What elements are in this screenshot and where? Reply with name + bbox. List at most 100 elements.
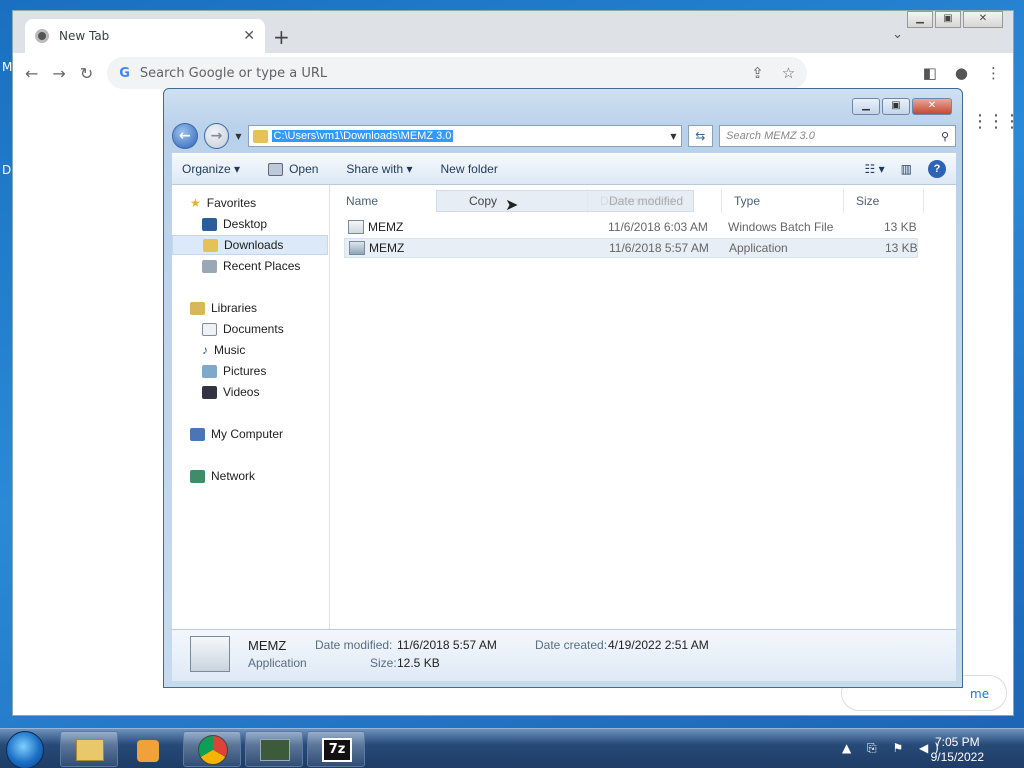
view-options-icon[interactable]: ☷ ▾: [865, 162, 885, 176]
application-icon: [268, 162, 284, 176]
back-icon[interactable]: ←: [25, 64, 38, 83]
google-icon: G: [119, 65, 130, 81]
nav-label: Videos: [223, 385, 260, 399]
menu-icon[interactable]: ⋮: [986, 64, 1001, 82]
drag-tooltip: Copy Date modified: [436, 190, 694, 212]
nav-label: Downloads: [224, 238, 284, 252]
date-created-label: Date created:: [535, 638, 608, 652]
nav-item-documents[interactable]: Documents: [172, 319, 328, 339]
file-row[interactable]: MEMZ 11/6/2018 5:57 AM Application 13 KB: [344, 238, 918, 258]
nav-item-favorites[interactable]: ★ Favorites: [172, 193, 328, 213]
music-icon: ♪: [202, 343, 208, 357]
minimize-button[interactable]: ▁: [852, 98, 880, 115]
recent-pages-icon[interactable]: ▼: [235, 132, 241, 141]
close-tab-icon[interactable]: ✕: [243, 28, 255, 44]
close-button[interactable]: ✕: [963, 11, 1003, 28]
file-row[interactable]: MEMZ 11/6/2018 6:03 AM Windows Batch Fil…: [344, 217, 918, 237]
maximize-button[interactable]: ▣: [882, 98, 910, 115]
desktop-text: D: [2, 163, 12, 177]
preview-pane-icon[interactable]: ▥: [901, 162, 912, 176]
taskbar-7zip[interactable]: 7z: [307, 731, 365, 767]
nav-item-desktop[interactable]: Desktop: [172, 214, 328, 234]
nav-item-videos[interactable]: Videos: [172, 382, 328, 402]
nav-item-recent-places[interactable]: Recent Places: [172, 256, 328, 276]
column-header-type[interactable]: Type: [722, 189, 844, 213]
taskbar-media-player[interactable]: [122, 731, 180, 767]
system-tray-icons[interactable]: ▲ ⎘ ⚑ ◀): [842, 741, 945, 756]
star-icon: ★: [190, 196, 201, 210]
column-header-size[interactable]: Size: [844, 189, 924, 213]
new-tab-button[interactable]: +: [273, 25, 290, 49]
open-label: Open: [289, 162, 319, 176]
nav-label: My Computer: [211, 427, 284, 441]
nav-label: Favorites: [206, 196, 257, 210]
nav-item-pictures[interactable]: Pictures: [172, 361, 328, 381]
profile-icon[interactable]: ●: [955, 64, 968, 82]
address-bar[interactable]: C:\Users\vm1\Downloads\MEMZ 3.0 ▼: [247, 125, 682, 147]
nav-label: Desktop: [223, 217, 268, 231]
taskbar: 7z ▲ ⎘ ⚑ ◀) 7:05 PM 9/15/2022: [0, 728, 1024, 768]
nav-item-network[interactable]: Network: [172, 466, 328, 486]
file-list: Name Date modified Type Size MEMZ 11/6/2…: [330, 185, 956, 629]
taskbar-chrome[interactable]: [183, 731, 241, 767]
start-button[interactable]: [6, 731, 44, 768]
chrome-icon: [198, 735, 228, 765]
forward-icon[interactable]: →: [52, 64, 65, 83]
open-button[interactable]: Open: [268, 162, 318, 176]
share-icon[interactable]: ⇪: [751, 64, 764, 82]
forward-button[interactable]: →: [203, 123, 230, 149]
nav-label: Pictures: [223, 364, 267, 378]
folder-icon: [76, 739, 104, 761]
tab-search-icon[interactable]: ⌄: [892, 27, 903, 42]
nav-label: Music: [214, 343, 246, 357]
side-panel-icon[interactable]: ◧: [923, 64, 937, 82]
details-kind: Application: [248, 656, 307, 670]
taskbar-task-manager[interactable]: [245, 731, 303, 767]
nav-item-my-computer[interactable]: My Computer: [172, 424, 328, 444]
address-text[interactable]: C:\Users\vm1\Downloads\MEMZ 3.0: [271, 130, 454, 142]
maximize-button[interactable]: ▣: [935, 11, 961, 28]
search-box[interactable]: Search MEMZ 3.0 ⚲: [719, 125, 957, 147]
nav-item-music[interactable]: ♪ Music: [172, 340, 328, 360]
date-modified-label: Date modified:: [315, 638, 393, 652]
nav-item-libraries[interactable]: Libraries: [172, 298, 328, 318]
desktop-icon: [202, 217, 217, 231]
nav-label: Recent Places: [223, 259, 301, 273]
downloads-folder-icon: [203, 238, 218, 252]
reload-icon[interactable]: ↻: [80, 64, 93, 83]
star-icon[interactable]: ☆: [782, 64, 795, 82]
file-size: 13 KB: [884, 220, 917, 234]
chrome-toolbar: ← → ↻ G Search Google or type a URL ⇪ ☆ …: [13, 53, 1013, 93]
nav-label: Network: [211, 469, 256, 483]
search-icon[interactable]: ⚲: [941, 130, 949, 143]
clock[interactable]: 7:05 PM 9/15/2022: [931, 735, 984, 765]
close-button[interactable]: ✕: [912, 98, 952, 115]
refresh-icon[interactable]: ⇆: [687, 125, 714, 147]
explorer-window-controls: ▁ ▣ ✕: [852, 98, 952, 115]
chrome-icon: [35, 29, 49, 43]
address-dropdown-icon[interactable]: ▼: [670, 132, 676, 141]
share-with-button[interactable]: Share with ▾: [346, 162, 412, 176]
details-pane: MEMZ Application Date modified: 11/6/201…: [172, 629, 956, 681]
new-folder-button[interactable]: New folder: [440, 162, 497, 176]
help-icon[interactable]: ?: [928, 160, 946, 178]
desktop-text: M: [2, 60, 13, 74]
file-name: MEMZ: [368, 220, 404, 234]
nav-item-downloads[interactable]: Downloads: [172, 235, 328, 255]
omnibox[interactable]: G Search Google or type a URL ⇪ ☆: [107, 57, 808, 89]
explorer-window: ▁ ▣ ✕ ← → ▼ C:\Users\vm1\Downloads\MEMZ …: [163, 88, 963, 688]
file-date: 11/6/2018 5:57 AM: [609, 241, 709, 255]
apps-grid-icon[interactable]: ⋮⋮⋮: [971, 111, 1021, 132]
computer-icon: [190, 427, 205, 441]
task-manager-icon: [260, 739, 290, 761]
back-button[interactable]: ←: [172, 123, 198, 149]
taskbar-explorer[interactable]: [60, 731, 118, 767]
date-created-value: 4/19/2022 2:51 AM: [608, 638, 709, 652]
size-value: 12.5 KB: [397, 656, 440, 670]
drag-ghost-date-header: Date modified: [609, 194, 684, 208]
tab-new-tab[interactable]: New Tab ✕: [25, 19, 265, 53]
recent-places-icon: [202, 259, 217, 273]
minimize-button[interactable]: ▁: [907, 11, 933, 28]
mouse-cursor-icon: ➤: [505, 195, 519, 214]
organize-button[interactable]: Organize ▾: [182, 162, 240, 176]
